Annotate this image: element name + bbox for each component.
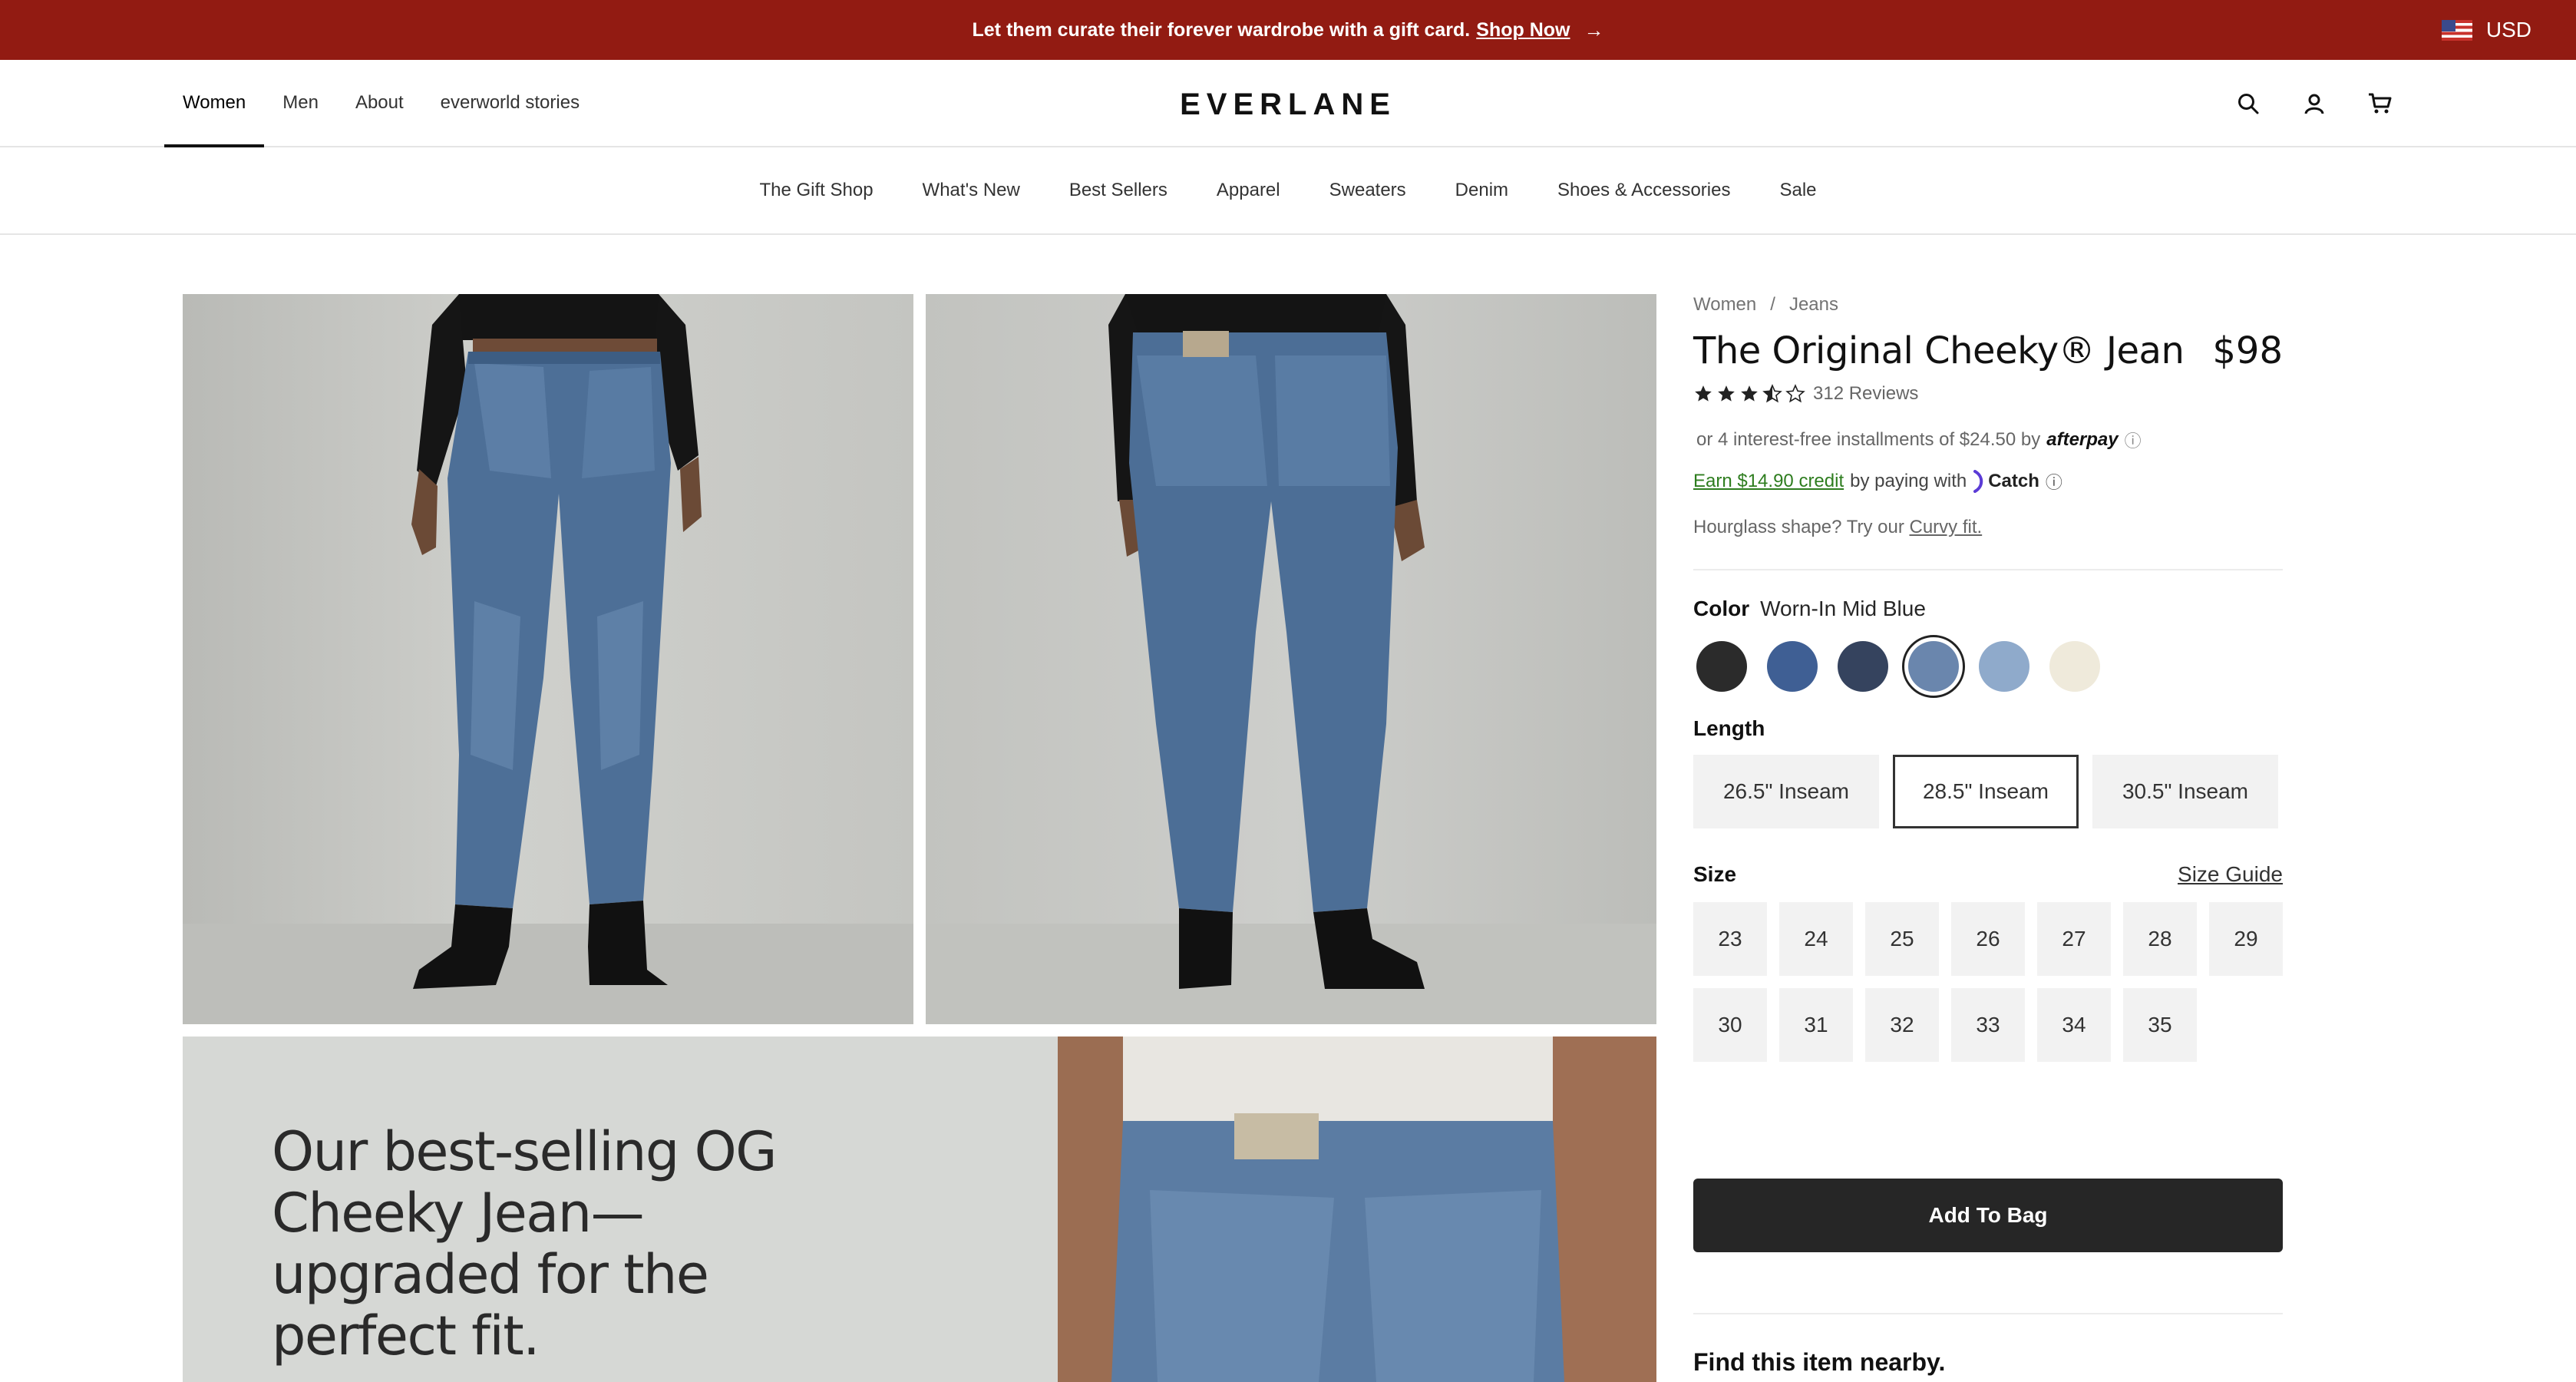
cat-apparel[interactable]: Apparel xyxy=(1217,180,1280,201)
breadcrumb-women[interactable]: Women xyxy=(1693,294,1756,316)
cart-icon[interactable] xyxy=(2364,88,2396,120)
product-title: The Original Cheeky® Jean xyxy=(1693,329,2185,372)
cat-whats-new[interactable]: What's New xyxy=(923,180,1020,201)
review-count[interactable]: 312 Reviews xyxy=(1813,383,1918,405)
size-option[interactable]: 23 xyxy=(1693,902,1767,976)
length-option[interactable]: 28.5" Inseam xyxy=(1893,755,2079,828)
catch-brand-label: Catch xyxy=(1988,471,2039,491)
rating-row[interactable]: 312 Reviews xyxy=(1693,383,2283,405)
product-price: $98 xyxy=(2212,329,2283,372)
color-swatch[interactable] xyxy=(1767,641,1818,692)
size-option[interactable]: 28 xyxy=(2123,902,2197,976)
color-swatch[interactable] xyxy=(1979,641,2029,692)
length-label: Length xyxy=(1693,716,1765,740)
arrow-right-icon[interactable]: → xyxy=(1584,18,1603,42)
size-option[interactable]: 31 xyxy=(1779,988,1853,1062)
currency-label: USD xyxy=(2485,18,2531,41)
color-swatch[interactable] xyxy=(1838,641,1888,692)
afterpay-text: or 4 interest-free installments of $24.5… xyxy=(1696,429,2041,450)
color-label: Color xyxy=(1693,597,1750,620)
cat-sale[interactable]: Sale xyxy=(1779,180,1816,201)
size-header: Size Size Guide xyxy=(1693,862,2283,887)
earn-credit-link[interactable]: Earn $14.90 credit xyxy=(1693,471,1844,492)
color-row: Color Worn-In Mid Blue xyxy=(1693,597,2283,621)
find-nearby-heading: Find this item nearby. xyxy=(1693,1348,1946,1376)
star-filled-icon xyxy=(1741,385,1758,402)
size-option[interactable]: 34 xyxy=(2037,988,2111,1062)
product-image-back[interactable] xyxy=(926,294,1656,1024)
star-empty-icon xyxy=(1785,384,1805,403)
size-option[interactable]: 29 xyxy=(2209,902,2283,976)
breadcrumb-jeans[interactable]: Jeans xyxy=(1789,294,1838,316)
size-option[interactable]: 25 xyxy=(1865,902,1939,976)
color-swatch[interactable] xyxy=(1696,641,1747,692)
size-option[interactable]: 24 xyxy=(1779,902,1853,976)
cat-denim[interactable]: Denim xyxy=(1455,180,1508,201)
size-option[interactable]: 30 xyxy=(1693,988,1767,1062)
utility-icons xyxy=(2232,88,2396,120)
star-filled-icon xyxy=(1695,385,1712,402)
product-panel: Women / Jeans The Original Cheeky® Jean … xyxy=(1693,294,2283,1062)
curvy-fit-text: Hourglass shape? Try our xyxy=(1693,517,1904,537)
divider xyxy=(1693,1313,2283,1314)
everlane-logo[interactable]: EVERLANE xyxy=(0,88,2576,122)
color-swatches xyxy=(1693,635,2283,698)
breadcrumb: Women / Jeans xyxy=(1693,294,2283,316)
currency-selector[interactable]: USD xyxy=(2441,0,2531,60)
title-row: The Original Cheeky® Jean $98 xyxy=(1693,329,2283,372)
cat-sweaters[interactable]: Sweaters xyxy=(1329,180,1406,201)
promo-bar: Let them curate their forever wardrobe w… xyxy=(0,0,2576,60)
promo-text: Let them curate their forever wardrobe w… xyxy=(972,18,1471,41)
promo-tile: Our best-selling OG Cheeky Jean—upgraded… xyxy=(183,1036,1656,1382)
length-option[interactable]: 30.5" Inseam xyxy=(2092,755,2278,828)
us-flag-icon xyxy=(2441,19,2472,41)
shop-now-link[interactable]: Shop Now xyxy=(1476,19,1570,41)
size-option[interactable]: 35 xyxy=(2123,988,2197,1062)
size-option[interactable]: 32 xyxy=(1865,988,1939,1062)
info-icon[interactable]: ⓘ xyxy=(2125,428,2142,452)
size-label: Size xyxy=(1693,862,1737,886)
top-navigation: Women Men About everworld stories EVERLA… xyxy=(0,60,2576,147)
cat-shoes-accessories[interactable]: Shoes & Accessories xyxy=(1557,180,1730,201)
length-options: 26.5" Inseam 28.5" Inseam 30.5" Inseam xyxy=(1693,755,2283,828)
length-option[interactable]: 26.5" Inseam xyxy=(1693,755,1879,828)
afterpay-row: or 4 interest-free installments of $24.5… xyxy=(1696,428,2283,452)
catch-row: Earn $14.90 credit by paying with Catch … xyxy=(1693,469,2283,494)
size-option[interactable]: 27 xyxy=(2037,902,2111,976)
search-icon[interactable] xyxy=(2232,88,2264,120)
catch-text: by paying with xyxy=(1850,471,1967,491)
color-swatch[interactable] xyxy=(2049,641,2100,692)
category-navigation: The Gift Shop What's New Best Sellers Ap… xyxy=(0,147,2576,235)
cat-best-sellers[interactable]: Best Sellers xyxy=(1069,180,1167,201)
star-filled-icon xyxy=(1718,385,1735,402)
star-rating xyxy=(1693,384,1805,404)
catch-mark-icon xyxy=(1973,470,1983,493)
size-option[interactable]: 26 xyxy=(1951,902,2025,976)
star-half-icon xyxy=(1762,384,1782,403)
info-icon[interactable]: ⓘ xyxy=(2046,469,2062,494)
curvy-fit-row: Hourglass shape? Try our Curvy fit. xyxy=(1693,517,2283,570)
catch-logo: Catch xyxy=(1973,470,2039,493)
size-options: 23 24 25 26 27 28 29 30 31 32 33 34 35 xyxy=(1693,902,2283,1062)
add-to-bag-button[interactable]: Add To Bag xyxy=(1693,1179,2283,1252)
size-option[interactable]: 33 xyxy=(1951,988,2025,1062)
account-icon[interactable] xyxy=(2298,88,2330,120)
promo-message: Let them curate their forever wardrobe w… xyxy=(0,0,2576,60)
promo-headline: Our best-selling OG Cheeky Jean—upgraded… xyxy=(272,1120,777,1367)
size-guide-link[interactable]: Size Guide xyxy=(2178,862,2283,887)
breadcrumb-separator: / xyxy=(1770,294,1775,315)
product-image-front[interactable] xyxy=(183,294,913,1024)
color-swatch[interactable] xyxy=(1902,635,1965,698)
color-value: Worn-In Mid Blue xyxy=(1760,597,1926,620)
cat-gift-shop[interactable]: The Gift Shop xyxy=(759,180,873,201)
curvy-fit-link[interactable]: Curvy fit. xyxy=(1909,517,1982,537)
afterpay-logo: afterpay xyxy=(2046,429,2119,450)
